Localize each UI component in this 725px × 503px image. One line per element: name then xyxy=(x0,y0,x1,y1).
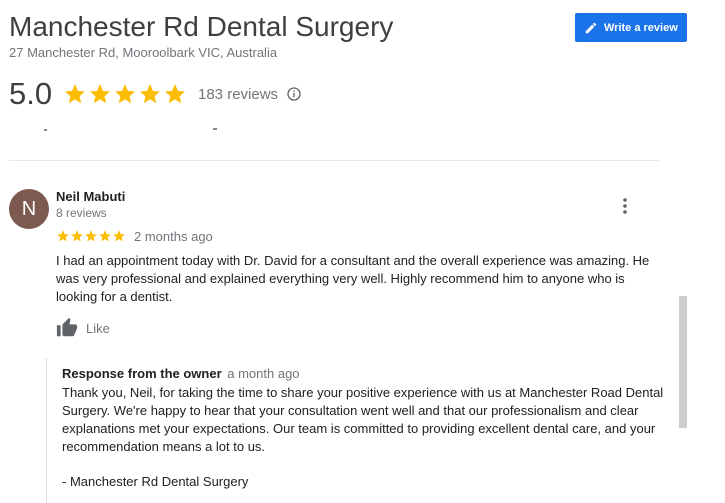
star-icon xyxy=(85,230,97,242)
star-icon xyxy=(57,230,69,242)
scrollbar-thumb[interactable] xyxy=(679,296,687,428)
rating-summary: 5.0 183 reviews xyxy=(9,76,302,112)
review-stars xyxy=(56,229,126,243)
avatar[interactable]: N xyxy=(9,189,49,229)
star-icon xyxy=(140,84,160,104)
place-address: 27 Manchester Rd, Mooroolbark VIC, Austr… xyxy=(9,45,278,60)
like-label: Like xyxy=(86,320,110,336)
reviewer-review-count: 8 reviews xyxy=(56,206,107,220)
rating-value: 5.0 xyxy=(9,76,53,111)
more-options-button[interactable] xyxy=(616,196,634,216)
divider xyxy=(9,160,659,161)
truncated-content-mark xyxy=(44,129,47,131)
star-icon xyxy=(99,230,111,242)
review-rating: 2 months ago xyxy=(56,228,213,244)
rating-stars xyxy=(63,82,187,106)
review-text: I had an appointment today with Dr. Davi… xyxy=(56,253,650,304)
like-button[interactable]: Like xyxy=(56,317,110,339)
truncated-content-mark xyxy=(213,128,217,130)
write-review-button[interactable]: Write a review xyxy=(575,13,687,42)
star-icon xyxy=(65,84,85,104)
star-icon xyxy=(90,84,110,104)
star-icon xyxy=(115,84,135,104)
star-icon xyxy=(165,84,185,104)
owner-response-date: a month ago xyxy=(227,366,300,381)
review-count[interactable]: 183 reviews xyxy=(198,86,278,103)
owner-response-heading: Response from the owner xyxy=(62,366,222,381)
pencil-icon xyxy=(585,22,597,33)
more-vert-icon xyxy=(623,198,627,214)
thumb-up-icon xyxy=(56,317,78,337)
owner-response-header: Response from the owner a month ago xyxy=(62,366,300,381)
info-icon[interactable] xyxy=(286,86,302,102)
owner-response-text: Thank you, Neil, for taking the time to … xyxy=(62,385,664,454)
owner-response: Response from the owner a month ago Than… xyxy=(46,358,666,503)
star-icon xyxy=(113,230,125,242)
owner-response-signature: - Manchester Rd Dental Surgery xyxy=(62,474,249,489)
star-icon xyxy=(71,230,83,242)
reviewer-name[interactable]: Neil Mabuti xyxy=(56,189,125,204)
write-review-label: Write a review xyxy=(604,21,678,34)
review-date: 2 months ago xyxy=(134,228,213,244)
place-title: Manchester Rd Dental Surgery xyxy=(9,11,394,42)
